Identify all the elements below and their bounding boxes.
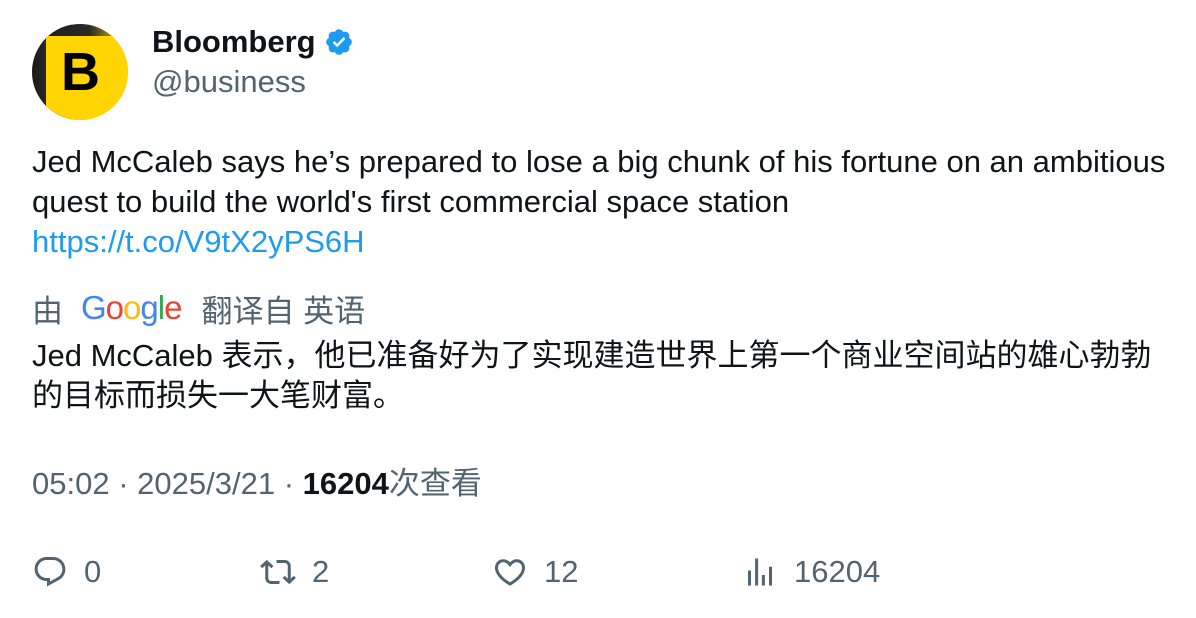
views-label: 次查看 <box>388 466 482 501</box>
reply-count: 0 <box>84 554 102 589</box>
tweet-text: Jed McCaleb says he’s prepared to lose a… <box>32 142 1172 262</box>
translation-prefix: 由 <box>32 293 63 329</box>
meta-separator: · <box>118 466 129 501</box>
google-logo-icon: Google <box>81 289 182 326</box>
author-names: Bloomberg @business <box>152 24 354 102</box>
tweet-date[interactable]: 2025/3/21 <box>137 466 275 501</box>
reply-button[interactable]: 0 <box>32 552 101 592</box>
tweet-time[interactable]: 05:02 <box>32 466 110 501</box>
author-handle[interactable]: @business <box>152 62 354 102</box>
translation-attribution: 由 Google 翻译自 英语 <box>32 288 1172 329</box>
tweet-link[interactable]: https://t.co/V9tX2yPS6H <box>32 222 1172 262</box>
translation-suffix: 翻译自 英语 <box>201 293 366 329</box>
analytics-icon <box>748 558 772 586</box>
tweet-header: B Bloomberg @business <box>32 24 1172 120</box>
avatar-letter: B <box>61 42 100 102</box>
translated-text: Jed McCaleb 表示，他已准备好为了实现建造世界上第一个商业空间站的雄心… <box>32 338 1152 413</box>
avatar[interactable]: B <box>32 24 128 120</box>
verified-badge-icon <box>324 27 354 57</box>
tweet-body: Jed McCaleb says he’s prepared to lose a… <box>32 144 1166 219</box>
reply-icon <box>34 557 66 587</box>
tweet: B Bloomberg @business Jed McCaleb says h… <box>32 24 1172 416</box>
meta-separator: · <box>283 466 295 501</box>
heart-icon <box>494 559 526 586</box>
views-count: 16204 <box>302 466 389 501</box>
like-count: 12 <box>544 554 579 589</box>
retweet-icon <box>260 559 296 585</box>
display-name[interactable]: Bloomberg <box>152 24 316 60</box>
action-bar: 0 2 12 16204 <box>32 552 1172 592</box>
like-button[interactable]: 12 <box>492 552 578 592</box>
tweet-meta: 05:02 · 2025/3/21 · 16204次查看 <box>32 464 482 504</box>
retweet-button[interactable]: 2 <box>260 552 329 592</box>
views-count-action: 16204 <box>794 554 881 589</box>
retweet-count: 2 <box>312 554 330 589</box>
views-button[interactable]: 16204 <box>742 552 880 592</box>
